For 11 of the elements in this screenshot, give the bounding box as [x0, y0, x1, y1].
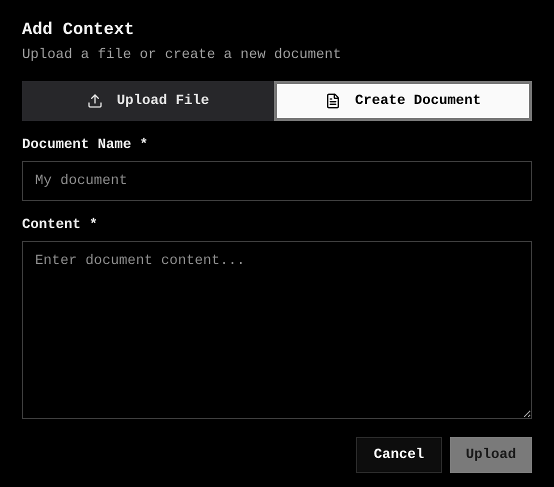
- field-label: Content *: [22, 216, 99, 234]
- document-icon: [324, 93, 341, 109]
- document-name-field[interactable]: My document: [22, 161, 532, 201]
- dialog-title: Add Context: [22, 20, 136, 42]
- tab[interactable]: Upload File: [22, 81, 274, 121]
- field-label: Document Name *: [22, 136, 150, 154]
- content-field[interactable]: Enter document content...: [22, 241, 532, 419]
- tab[interactable]: Create Document: [274, 81, 532, 121]
- dialog-subtitle: Upload a file or create a new document: [22, 46, 342, 65]
- upload-icon: [86, 93, 103, 109]
- cancel-button[interactable]: Cancel: [356, 437, 442, 473]
